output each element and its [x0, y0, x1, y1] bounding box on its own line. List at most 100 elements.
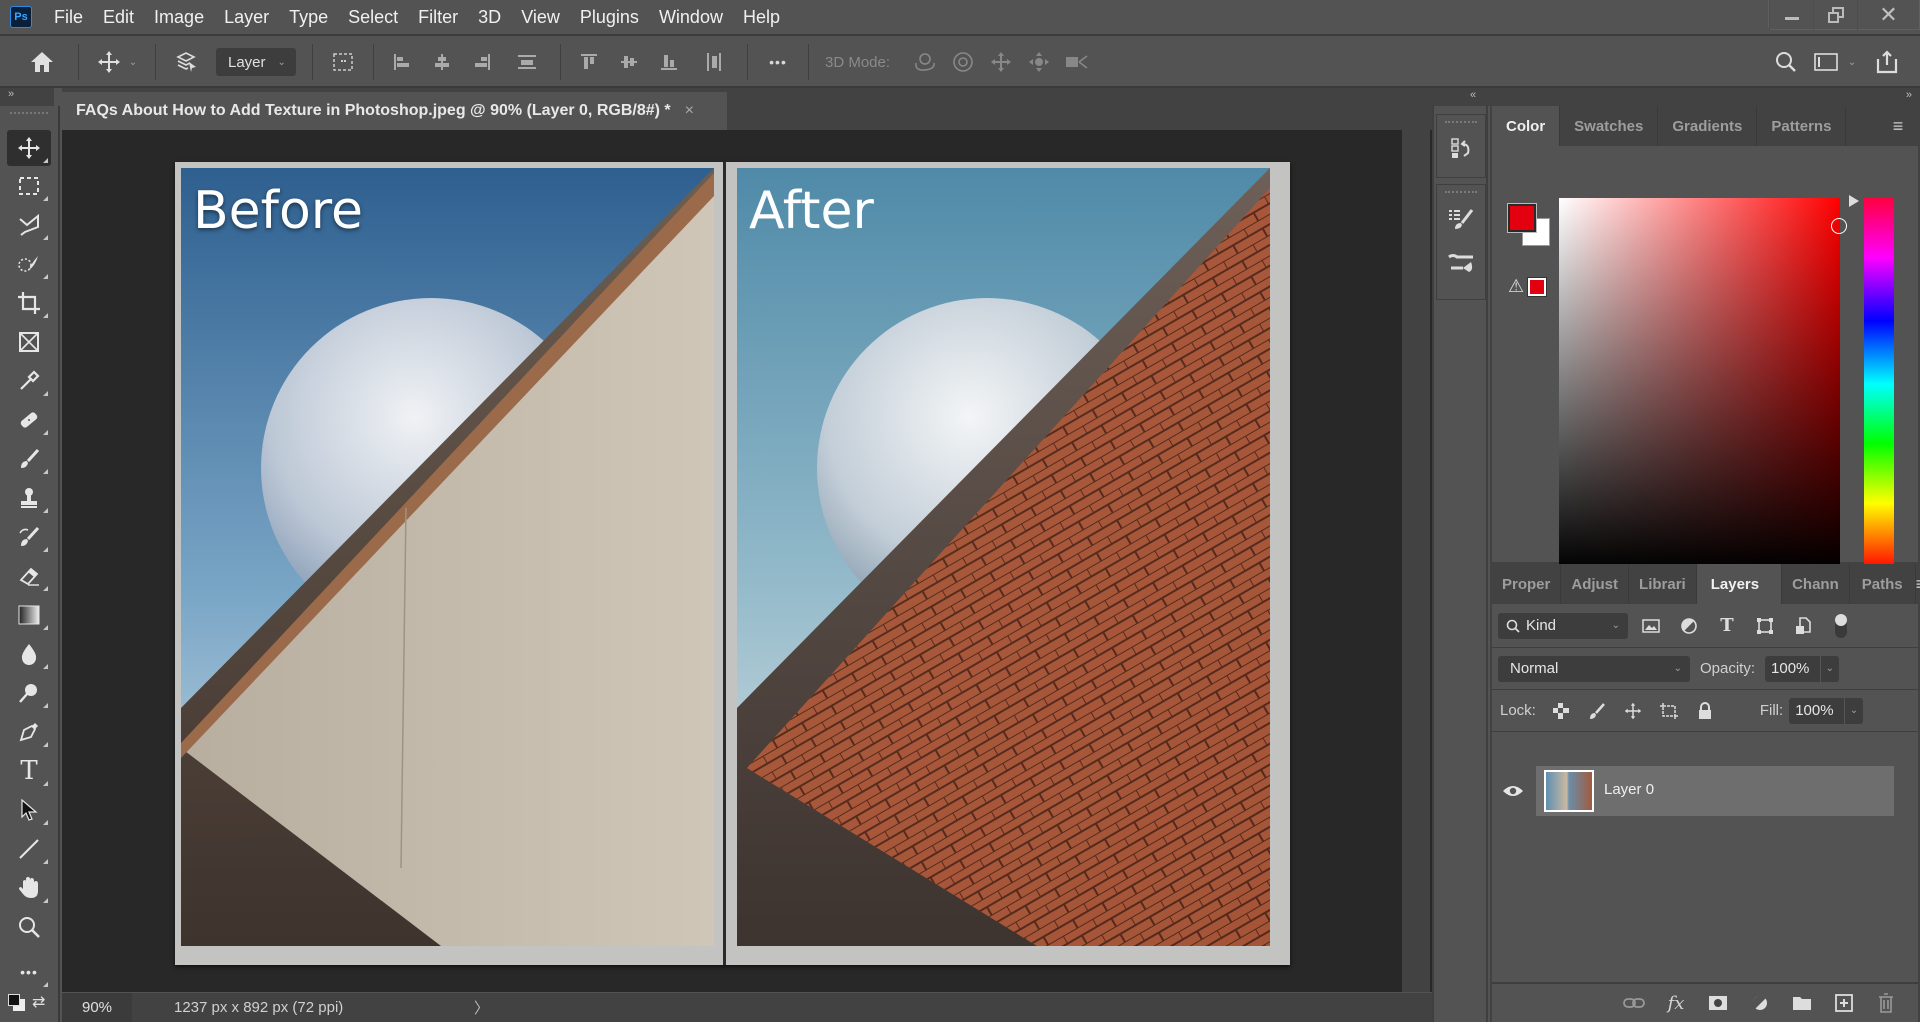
menu-plugins[interactable]: Plugins	[570, 0, 649, 35]
align-center-h-button[interactable]	[422, 44, 462, 80]
3d-roll-button[interactable]	[944, 44, 982, 80]
tab-paths[interactable]: Paths	[1850, 564, 1916, 604]
status-menu-arrow[interactable]: 〉	[474, 997, 489, 1018]
blur-tool[interactable]	[7, 636, 51, 672]
3d-slide-button[interactable]	[1020, 44, 1058, 80]
tab-properties[interactable]: Proper	[1492, 564, 1562, 604]
restore-button[interactable]	[1813, 0, 1857, 30]
minimize-button[interactable]	[1769, 0, 1813, 30]
lock-transparent-pixels-button[interactable]	[1546, 702, 1576, 719]
lock-all-button[interactable]	[1690, 701, 1720, 720]
vertical-scrollbar[interactable]	[1402, 130, 1430, 992]
search-button[interactable]	[1764, 44, 1808, 80]
color-picker-cursor[interactable]	[1831, 218, 1847, 234]
menu-file[interactable]: File	[44, 0, 93, 35]
3d-drag-button[interactable]	[982, 44, 1020, 80]
pen-tool[interactable]	[7, 714, 51, 750]
swap-colors-button[interactable]: ⇄	[32, 992, 45, 1012]
opacity-dropdown-icon[interactable]: ⌄	[1819, 655, 1839, 682]
menu-type[interactable]: Type	[279, 0, 338, 35]
layer-row[interactable]: Layer 0	[1536, 766, 1894, 816]
history-panel-button[interactable]	[1437, 127, 1485, 171]
tab-swatches[interactable]: Swatches	[1560, 106, 1659, 146]
3d-orbit-button[interactable]	[906, 44, 944, 80]
object-selection-tool[interactable]	[7, 246, 51, 282]
new-adjustment-layer-button[interactable]	[1746, 994, 1774, 1012]
link-layers-button[interactable]	[1620, 997, 1648, 1009]
layer-name[interactable]: Layer 0	[1604, 781, 1654, 798]
auto-select-target-dropdown[interactable]: Layer ⌄	[216, 48, 296, 76]
collapse-dock-button[interactable]: «	[1470, 89, 1476, 101]
canvas-area[interactable]: Before After	[62, 130, 1432, 992]
new-layer-button[interactable]	[1830, 994, 1858, 1012]
tab-layers[interactable]: Layers	[1696, 564, 1783, 604]
move-tool-preset[interactable]: ⌄	[87, 44, 147, 80]
menu-window[interactable]: Window	[649, 0, 733, 35]
fill-field[interactable]: 100% ⌄	[1789, 697, 1864, 724]
expand-panels-button[interactable]: »	[1906, 89, 1912, 101]
workspace-button[interactable]: ⌄	[1808, 44, 1862, 80]
add-mask-button[interactable]	[1704, 995, 1732, 1011]
tab-libraries[interactable]: Librari	[1629, 564, 1697, 604]
fill-dropdown-icon[interactable]: ⌄	[1843, 697, 1863, 724]
filter-type-layers-button[interactable]: T	[1712, 615, 1742, 636]
zoom-level-field[interactable]: 90%	[62, 993, 132, 1022]
brush-settings-panel-button[interactable]	[1437, 197, 1485, 241]
opacity-field[interactable]: 100% ⌄	[1765, 655, 1840, 682]
home-button[interactable]	[14, 44, 70, 80]
filter-adjustment-layers-button[interactable]	[1674, 617, 1704, 635]
more-options-button[interactable]: •••	[756, 44, 800, 80]
menu-filter[interactable]: Filter	[408, 0, 468, 35]
menu-select[interactable]: Select	[338, 0, 408, 35]
spot-healing-brush-tool[interactable]	[7, 402, 51, 438]
history-brush-tool[interactable]	[7, 519, 51, 555]
panel-menu-button[interactable]: ≡	[1916, 564, 1920, 604]
saturation-brightness-field[interactable]	[1559, 198, 1847, 570]
document-canvas[interactable]: Before After	[175, 162, 1290, 965]
panel-menu-button[interactable]: ≡	[1878, 106, 1918, 146]
filter-smart-objects-button[interactable]	[1788, 616, 1818, 635]
toolbar-grip[interactable]	[10, 112, 48, 120]
clone-stamp-tool[interactable]	[7, 480, 51, 516]
lasso-tool[interactable]	[7, 207, 51, 243]
gamut-correction-swatch[interactable]	[1527, 277, 1547, 297]
dodge-tool[interactable]	[7, 675, 51, 711]
document-tab[interactable]: FAQs About How to Add Texture in Photosh…	[62, 92, 727, 130]
line-tool[interactable]	[7, 831, 51, 867]
tab-channels[interactable]: Chann	[1782, 564, 1850, 604]
layer-visibility-toggle[interactable]	[1502, 784, 1524, 803]
close-tab-icon[interactable]: ×	[685, 102, 694, 120]
menu-image[interactable]: Image	[144, 0, 214, 35]
hue-slider-handle[interactable]	[1849, 195, 1859, 207]
menu-3d[interactable]: 3D	[468, 0, 511, 35]
rectangular-marquee-tool[interactable]	[7, 168, 51, 204]
edit-toolbar-button[interactable]: •••	[7, 954, 51, 990]
filter-shape-layers-button[interactable]	[1750, 617, 1780, 635]
eraser-tool[interactable]	[7, 558, 51, 594]
menu-edit[interactable]: Edit	[93, 0, 144, 35]
align-left-button[interactable]	[382, 44, 422, 80]
gradient-tool[interactable]	[7, 597, 51, 633]
align-right-button[interactable]	[462, 44, 502, 80]
align-bottom-button[interactable]	[649, 44, 689, 80]
blend-mode-dropdown[interactable]: Normal ⌄	[1498, 655, 1690, 682]
tab-patterns[interactable]: Patterns	[1757, 106, 1847, 146]
delete-layer-button[interactable]	[1872, 993, 1900, 1013]
brush-presets-panel-button[interactable]	[1437, 241, 1485, 285]
tab-color[interactable]: Color	[1492, 106, 1561, 146]
filter-pixel-layers-button[interactable]	[1636, 618, 1666, 634]
share-button[interactable]	[1862, 44, 1912, 80]
align-middle-v-button[interactable]	[609, 44, 649, 80]
menu-help[interactable]: Help	[733, 0, 790, 35]
layer-style-button[interactable]: fx	[1662, 993, 1690, 1014]
hand-tool[interactable]	[7, 870, 51, 906]
tab-adjustments[interactable]: Adjust	[1561, 564, 1630, 604]
foreground-color-swatch[interactable]	[1507, 203, 1537, 233]
new-group-button[interactable]	[1788, 995, 1816, 1011]
auto-select-toggle[interactable]	[164, 44, 208, 80]
eyedropper-tool[interactable]	[7, 363, 51, 399]
distribute-horizontal-button[interactable]	[689, 44, 739, 80]
crop-tool[interactable]	[7, 285, 51, 321]
brush-tool[interactable]	[7, 441, 51, 477]
path-selection-tool[interactable]	[7, 792, 51, 828]
